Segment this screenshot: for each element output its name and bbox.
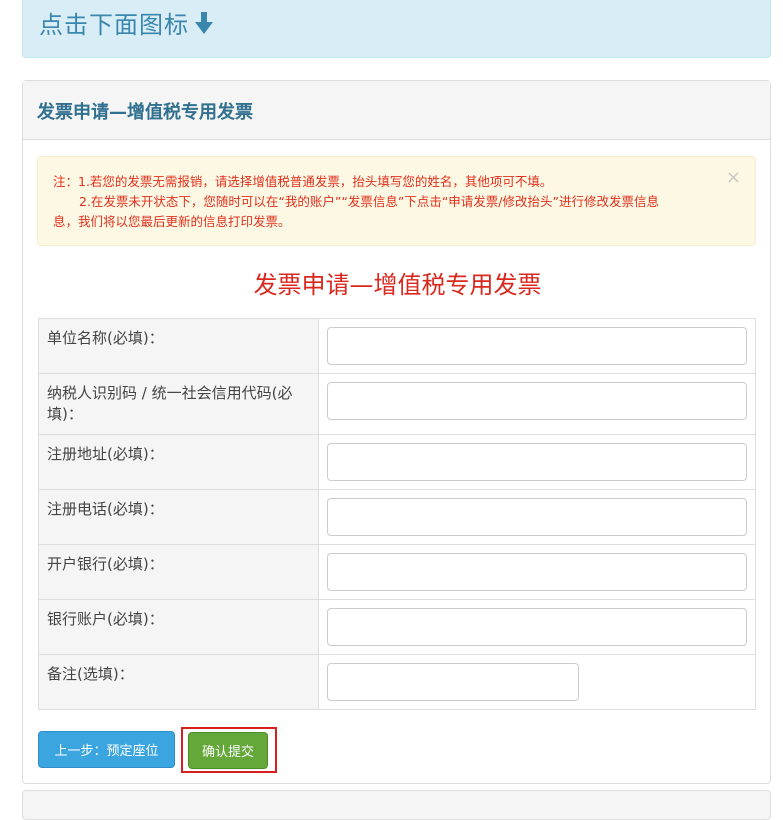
notice-line-2: 2.在发票未开状态下，您随时可以在“我的账户”“发票信息”下点击“申请发票/修改… xyxy=(79,194,659,209)
company-name-input[interactable] xyxy=(327,327,747,365)
arrow-down-icon xyxy=(195,11,213,34)
form-row-registered-address: 注册地址(必填)： xyxy=(38,434,756,490)
form-title: 发票申请—增值税专用发票 xyxy=(253,271,542,299)
close-icon[interactable]: × xyxy=(726,169,741,187)
bank-name-input[interactable] xyxy=(327,553,747,591)
confirm-submit-button[interactable]: 确认提交 xyxy=(188,732,268,769)
form-row-bank-account: 银行账户(必填)： xyxy=(38,599,756,655)
previous-step-button[interactable]: 上一步：预定座位 xyxy=(38,731,175,768)
registered-phone-input[interactable] xyxy=(327,498,747,536)
registered-phone-label: 注册电话(必填)： xyxy=(38,489,319,545)
invoice-panel: 发票申请—增值税专用发票 注：1.若您的发票无需报销，请选择增值税普通发票，抬头… xyxy=(22,80,771,784)
instruction-banner: 点击下面图标 xyxy=(22,0,771,58)
form-row-bank-name: 开户银行(必填)： xyxy=(38,544,756,600)
invoice-form-table: 单位名称(必填)： 纳税人识别码 / 统一社会信用代码(必填)： 注册地址(必填… xyxy=(38,318,756,710)
tax-id-label: 纳税人识别码 / 统一社会信用代码(必填)： xyxy=(38,373,319,435)
registered-address-input[interactable] xyxy=(327,443,747,481)
notice-alert: 注：1.若您的发票无需报销，请选择增值税普通发票，抬头填写您的姓名，其他项可不填… xyxy=(37,156,756,246)
form-row-remarks: 备注(选填)： xyxy=(38,654,756,710)
bank-account-input[interactable] xyxy=(327,608,747,646)
form-row-company-name: 单位名称(必填)： xyxy=(38,318,756,374)
notice-line-3: 息，我们将以您最后更新的信息打印发票。 xyxy=(53,214,291,229)
banner-text: 点击下面图标 xyxy=(39,11,189,39)
notice-line-1: 注：1.若您的发票无需报销，请选择增值税普通发票，抬头填写您的姓名，其他项可不填… xyxy=(53,174,553,189)
bank-name-label: 开户银行(必填)： xyxy=(38,544,319,600)
banner-text-row: 点击下面图标 xyxy=(39,5,213,40)
panel-heading: 发票申请—增值税专用发票 xyxy=(23,81,770,140)
bank-account-label: 银行账户(必填)： xyxy=(38,599,319,655)
registered-address-label: 注册地址(必填)： xyxy=(38,434,319,490)
next-panel-edge xyxy=(22,790,771,820)
company-name-label: 单位名称(必填)： xyxy=(38,318,319,374)
submit-highlight-box: 确认提交 xyxy=(181,727,277,773)
remarks-label: 备注(选填)： xyxy=(38,654,319,710)
remarks-input[interactable] xyxy=(327,663,579,701)
form-row-tax-id: 纳税人识别码 / 统一社会信用代码(必填)： xyxy=(38,373,756,435)
tax-id-input[interactable] xyxy=(327,382,747,420)
form-row-registered-phone: 注册电话(必填)： xyxy=(38,489,756,545)
